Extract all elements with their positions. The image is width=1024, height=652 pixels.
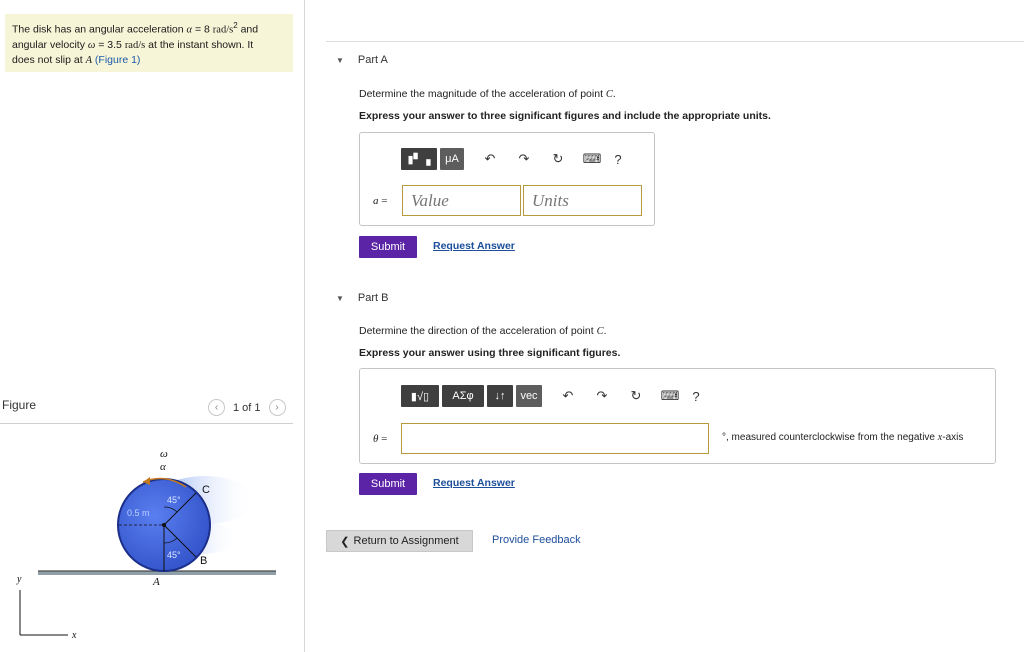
part-a-submit-button[interactable]: Submit <box>359 236 417 258</box>
disk-center <box>162 523 166 527</box>
units-button[interactable]: μA <box>440 148 464 170</box>
disk-figure: ω α 0.5 m 45° 45° C B A y x <box>16 448 276 641</box>
y-axis-label: y <box>16 574 22 585</box>
collapse-icon: ▼ <box>336 293 344 303</box>
variable-theta: θ <box>373 433 379 445</box>
x-axis-label: x <box>71 630 77 641</box>
sort-button[interactable]: ↓↑ <box>487 385 513 407</box>
return-label: Return to Assignment <box>353 535 459 547</box>
point-a-symbol: A <box>85 54 92 66</box>
provide-feedback-link[interactable]: Provide Feedback <box>492 534 581 546</box>
question-punct: . <box>612 88 616 100</box>
equals-sign: = <box>381 433 388 445</box>
omega-value: = 3.5 <box>98 38 122 51</box>
prev-figure-button[interactable]: ‹ <box>208 399 225 416</box>
keyboard-icon[interactable]: ⌨ <box>659 385 681 407</box>
part-b-submit-button[interactable]: Submit <box>359 473 417 495</box>
problem-statement: The disk has an angular acceleration α =… <box>5 14 293 72</box>
greek-symbols-button[interactable]: ΑΣφ <box>442 385 484 407</box>
note-text: °, measured counterclockwise from the ne… <box>722 432 935 443</box>
point-c-symbol: C <box>605 89 613 100</box>
radius-label: 0.5 m <box>127 508 150 518</box>
figure-page-count: 1 of 1 <box>233 401 261 414</box>
help-icon[interactable]: ? <box>607 148 629 170</box>
point-c-label: C <box>202 484 210 496</box>
redo-icon[interactable]: ↷ <box>513 148 535 170</box>
alpha-value: = 8 <box>194 23 210 36</box>
figure-link[interactable]: (Figure 1) <box>95 54 141 66</box>
problem-line1-pre: The disk has an angular acceleration <box>12 23 184 36</box>
theta-input[interactable] <box>401 423 709 454</box>
part-a-title: Part A <box>357 54 388 66</box>
part-a-instructions: Express your answer to three significant… <box>359 110 771 122</box>
divider <box>326 41 1024 42</box>
problem-line2-pre: angular velocity <box>12 38 85 51</box>
question-text: Determine the direction of the accelerat… <box>359 325 594 337</box>
vector-button[interactable]: vec <box>516 385 542 407</box>
omega-unit: rad/s <box>124 39 146 51</box>
keyboard-icon[interactable]: ⌨ <box>581 148 603 170</box>
problem-line1-post: and <box>240 23 259 36</box>
undo-icon[interactable]: ↶ <box>557 385 579 407</box>
note-text-end: -axis <box>942 432 964 443</box>
alpha-label: α <box>160 461 166 473</box>
question-punct: . <box>603 325 607 337</box>
angle-top-label: 45° <box>167 495 181 505</box>
template-button[interactable]: ▮▘▗ <box>401 148 437 170</box>
answer-panel: ▼ Part A Determine the magnitude of the … <box>306 0 1024 652</box>
units-input[interactable] <box>523 185 642 216</box>
point-b-label: B <box>200 555 207 567</box>
point-a-label: A <box>152 576 160 588</box>
reset-icon[interactable]: ↻ <box>625 385 647 407</box>
part-b-answer-box: ▮√▯ ΑΣφ ↓↑ vec ↶ ↷ ↻ ⌨ ? θ = °, measured… <box>359 368 996 464</box>
part-a-request-answer-link[interactable]: Request Answer <box>433 240 515 252</box>
collapse-icon: ▼ <box>336 55 344 65</box>
part-b-request-answer-link[interactable]: Request Answer <box>433 477 515 489</box>
value-input[interactable] <box>402 185 521 216</box>
part-b-toolbar: ▮√▯ ΑΣφ ↓↑ vec ↶ ↷ ↻ ⌨ ? <box>401 385 707 407</box>
part-b-question: Determine the direction of the accelerat… <box>359 325 607 337</box>
part-a-variable: a = <box>373 195 387 207</box>
problem-panel: The disk has an angular acceleration α =… <box>0 0 305 652</box>
alpha-unit-exp: 2 <box>233 21 238 30</box>
part-a-question: Determine the magnitude of the accelerat… <box>359 88 616 100</box>
return-to-assignment-button[interactable]: ❮ Return to Assignment <box>326 530 473 552</box>
figure-header: Figure ‹ 1 of 1 › <box>0 392 293 424</box>
part-b-variable: θ = <box>373 433 387 445</box>
angle-bottom-label: 45° <box>167 550 181 560</box>
part-b-instructions: Express your answer using three signific… <box>359 347 621 359</box>
equals-sign: = <box>381 195 388 207</box>
part-b-header[interactable]: ▼ Part B <box>336 292 389 304</box>
alpha-symbol: α <box>186 24 193 36</box>
redo-icon[interactable]: ↷ <box>591 385 613 407</box>
point-c-symbol: C <box>596 326 604 337</box>
question-text: Determine the magnitude of the accelerat… <box>359 88 603 100</box>
alpha-unit: rad/s <box>212 24 234 36</box>
problem-line2-post: at the instant shown. It <box>148 38 254 51</box>
chevron-left-icon: ❮ <box>340 535 350 548</box>
angle-unit-note: °, measured counterclockwise from the ne… <box>722 432 963 443</box>
part-a-header[interactable]: ▼ Part A <box>336 54 388 66</box>
omega-symbol: ω <box>87 39 96 51</box>
variable-a: a <box>373 195 379 207</box>
problem-line3-pre: does not slip at <box>12 53 83 66</box>
undo-icon[interactable]: ↶ <box>479 148 501 170</box>
figure-label: Figure <box>2 398 37 412</box>
omega-label: ω <box>160 448 168 460</box>
help-icon[interactable]: ? <box>685 385 707 407</box>
part-a-toolbar: ▮▘▗ μA ↶ ↷ ↻ ⌨ ? <box>401 148 629 170</box>
next-figure-button[interactable]: › <box>268 399 286 416</box>
template-button[interactable]: ▮√▯ <box>401 385 439 407</box>
figure-pager: ‹ 1 of 1 › <box>208 399 286 416</box>
reset-icon[interactable]: ↻ <box>547 148 569 170</box>
part-a-answer-box: ▮▘▗ μA ↶ ↷ ↻ ⌨ ? a = <box>359 132 655 226</box>
part-b-title: Part B <box>357 292 389 304</box>
